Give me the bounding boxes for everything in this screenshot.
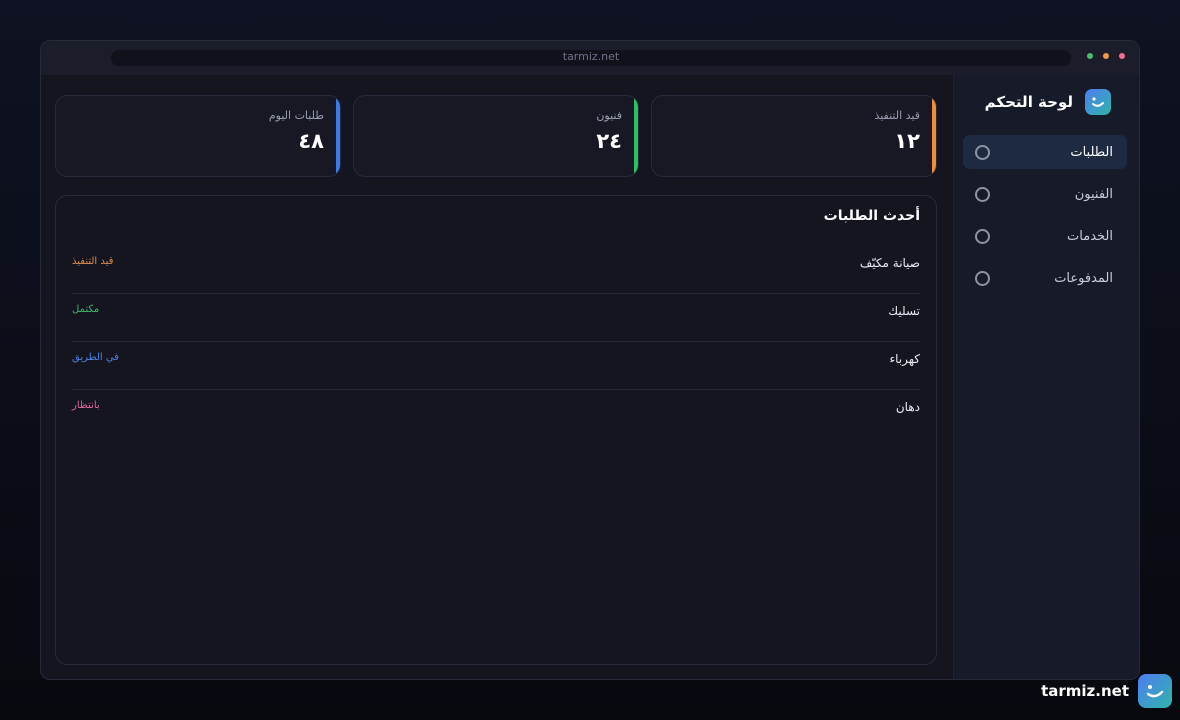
- order-status: مكتمل: [72, 304, 100, 315]
- sidebar-item-label: الفنيون: [1074, 186, 1113, 202]
- list-item[interactable]: كهرباء في الطريق: [72, 342, 920, 390]
- dashboard-title: لوحة التحكم: [984, 93, 1073, 111]
- sidebar-item-label: المدفوعات: [1054, 270, 1113, 286]
- order-service: دهان: [895, 400, 920, 414]
- order-service: كهرباء: [889, 352, 920, 366]
- sidebar-item-label: الطلبات: [1070, 144, 1113, 160]
- sidebar-nav: الطلبات الفنيون الخدمات المدفوعات: [963, 135, 1127, 303]
- latest-orders-panel: أحدث الطلبات صيانة مكيّف قيد التنفيذ تسل…: [55, 195, 937, 665]
- sidebar-item-services[interactable]: الخدمات: [963, 219, 1127, 253]
- circle-icon: [975, 228, 990, 244]
- stat-label: قيد التنفيذ: [874, 109, 920, 122]
- list-item[interactable]: تسليك مكتمل: [72, 294, 920, 342]
- order-service: صيانة مكيّف: [859, 256, 920, 270]
- sidebar: لوحة التحكم الطلبات الفنيون الخدمات المد…: [953, 75, 1139, 679]
- stat-value: ٤٨: [298, 129, 324, 153]
- smile-logo-icon: [1138, 674, 1172, 708]
- stat-card-technicians: فنيون ٢٤: [353, 95, 639, 177]
- circle-icon: [975, 186, 990, 202]
- title-bar: tarmiz.net: [41, 41, 1139, 75]
- card-accent-bar: [932, 96, 936, 176]
- footer-brand[interactable]: tarmiz.net: [1041, 674, 1172, 708]
- list-item[interactable]: صيانة مكيّف قيد التنفيذ: [72, 246, 920, 294]
- sidebar-item-payments[interactable]: المدفوعات: [963, 261, 1127, 295]
- sidebar-item-orders[interactable]: الطلبات: [963, 135, 1127, 169]
- maximize-dot[interactable]: [1087, 53, 1093, 59]
- circle-icon: [975, 144, 990, 160]
- panel-title: أحدث الطلبات: [823, 208, 920, 224]
- url-bar[interactable]: tarmiz.net: [111, 50, 1071, 66]
- orders-list: صيانة مكيّف قيد التنفيذ تسليك مكتمل كهرب…: [72, 246, 920, 438]
- stats-row: قيد التنفيذ ١٢ فنيون ٢٤ طلبات اليوم ٤٨: [55, 95, 937, 177]
- list-item[interactable]: دهان بانتظار: [72, 390, 920, 438]
- card-accent-bar: [634, 96, 638, 176]
- footer-brand-text: tarmiz.net: [1041, 682, 1129, 700]
- sidebar-item-technicians[interactable]: الفنيون: [963, 177, 1127, 211]
- order-status: بانتظار: [72, 400, 100, 411]
- order-status: قيد التنفيذ: [72, 256, 114, 267]
- smile-logo-icon: [1085, 89, 1111, 115]
- window-controls: [1087, 53, 1125, 59]
- sidebar-brand: لوحة التحكم: [985, 89, 1111, 115]
- sidebar-item-label: الخدمات: [1067, 228, 1113, 244]
- card-accent-bar: [336, 96, 340, 176]
- app-window: tarmiz.net لوحة التحكم الطلبات الفنيون ا…: [40, 40, 1140, 680]
- minimize-dot[interactable]: [1103, 53, 1109, 59]
- stat-label: فنيون: [596, 109, 622, 122]
- stat-card-today-orders: طلبات اليوم ٤٨: [55, 95, 341, 177]
- order-status: في الطريق: [72, 352, 119, 363]
- stat-value: ٢٤: [596, 129, 622, 153]
- stat-label: طلبات اليوم: [268, 109, 324, 122]
- stat-value: ١٢: [894, 129, 920, 153]
- stat-card-in-progress: قيد التنفيذ ١٢: [651, 95, 937, 177]
- circle-icon: [975, 270, 990, 286]
- close-dot[interactable]: [1119, 53, 1125, 59]
- order-service: تسليك: [888, 304, 920, 318]
